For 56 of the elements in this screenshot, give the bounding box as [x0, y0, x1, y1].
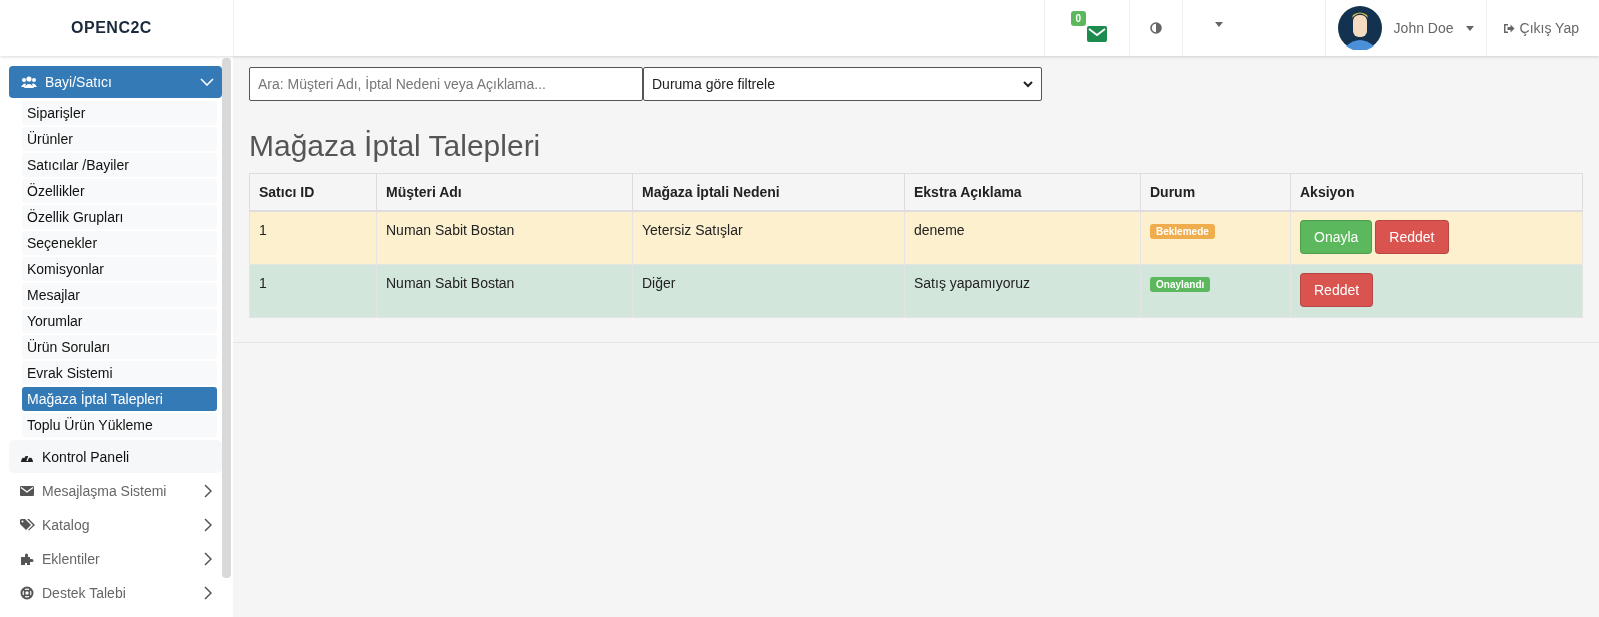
- sidebar-item[interactable]: Mesajlar: [22, 283, 217, 307]
- search-field[interactable]: Ara: Müşteri Adı, İptal Nedeni veya Açıklama...: [249, 67, 643, 101]
- sidebar-item[interactable]: Evrak Sistemi: [22, 361, 217, 385]
- scrollbar[interactable]: [222, 58, 231, 578]
- envelope-icon: [20, 485, 34, 496]
- table-cell: Diğer: [632, 264, 905, 318]
- table-cell: 1: [249, 211, 377, 265]
- sidebar-menu-item[interactable]: Mesajlaşma Sistemi: [9, 474, 222, 507]
- status-badge: Onaylandı: [1150, 277, 1211, 292]
- logout-icon[interactable]: [1502, 22, 1515, 34]
- sidebar-item[interactable]: Seçenekler: [22, 231, 217, 255]
- sidebar-item[interactable]: Ürün Soruları: [22, 335, 217, 359]
- contrast-icon[interactable]: [1149, 22, 1162, 34]
- chevron-icon: [204, 517, 212, 532]
- chevron-icon: [204, 551, 212, 566]
- reject-button[interactable]: Reddet: [1300, 273, 1374, 307]
- table-cell: 1: [249, 264, 377, 318]
- sidebar-menu-item[interactable]: Kontrol Paneli: [9, 440, 222, 473]
- chevron-icon: [204, 585, 212, 600]
- sidebar-menu-item[interactable]: Eklentiler: [9, 542, 222, 575]
- status-badge: Beklemede: [1150, 224, 1215, 239]
- sidebar-item[interactable]: Toplu Ürün Yükleme: [22, 413, 217, 437]
- caret-icon[interactable]: [1465, 25, 1474, 31]
- table-cell: deneme: [904, 211, 1141, 265]
- table-cell: Numan Sabit Bostan: [376, 211, 633, 265]
- reject-button[interactable]: Reddet: [1375, 220, 1449, 254]
- sidebar-menu-item[interactable]: Destek Talebi: [9, 576, 222, 609]
- caret-icon[interactable]: [1214, 22, 1223, 27]
- sidebar-item[interactable]: Mağaza İptal Talepleri: [22, 387, 217, 411]
- lifebuoy-icon: [20, 585, 34, 600]
- sidebar-menu-item[interactable]: Katalog: [9, 508, 222, 541]
- table-cell: Yetersiz Satışlar: [632, 211, 905, 265]
- envelope-icon[interactable]: [1086, 26, 1107, 42]
- users-icon: [21, 76, 37, 88]
- user-name[interactable]: John Doe: [1393, 20, 1454, 36]
- sidebar-item[interactable]: Özellik Grupları: [22, 205, 217, 229]
- sidebar-group-header[interactable]: Bayi/Satıcı: [9, 66, 222, 98]
- sidebar-item[interactable]: Komisyonlar: [22, 257, 217, 281]
- sidebar-item[interactable]: Satıcılar /Bayiler: [22, 153, 217, 177]
- message-count-badge: 0: [1070, 11, 1087, 26]
- chevron-icon: [1023, 80, 1033, 88]
- table-cell: Satış yapamıyoruz: [904, 264, 1141, 318]
- sidebar-item[interactable]: Özellikler: [22, 179, 217, 203]
- sidebar-item[interactable]: Ürünler: [22, 127, 217, 151]
- tags-icon: [20, 518, 36, 531]
- avatar-icon[interactable]: [1337, 6, 1382, 50]
- chevron-icon: [204, 483, 212, 498]
- puzzle-icon: [20, 552, 34, 565]
- logout-link[interactable]: Çıkış Yap: [1519, 20, 1579, 36]
- brand-logo[interactable]: OPENC2C: [71, 19, 162, 37]
- sidebar-item[interactable]: Siparişler: [22, 101, 217, 125]
- status-filter-dropdown[interactable]: Duruma göre filtrele: [643, 67, 1042, 101]
- page-title: Mağaza İptal Talepleri: [249, 129, 542, 163]
- chevron-icon: [200, 78, 214, 86]
- sidebar-item[interactable]: Yorumlar: [22, 309, 217, 333]
- table-cell: Numan Sabit Bostan: [376, 264, 633, 318]
